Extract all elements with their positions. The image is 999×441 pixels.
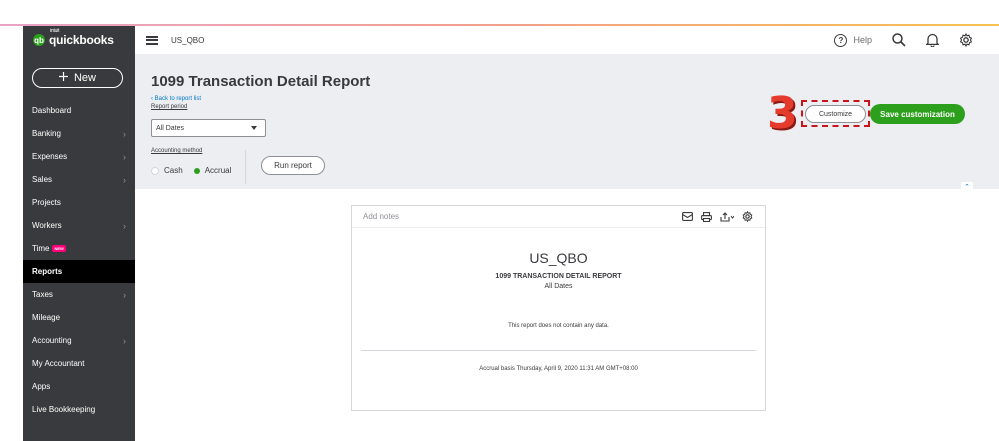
sidebar-item-label: Workers (32, 221, 62, 230)
sidebar-item-label: My Accountant (32, 359, 85, 368)
sidebar-item-label: Accounting (32, 336, 72, 345)
top-bar: US_QBO ? Help (135, 26, 999, 54)
sidebar-item-time[interactable]: Time NEW (23, 237, 135, 260)
chevron-right-icon: › (123, 128, 126, 139)
report-period-value: All Dates (156, 124, 185, 132)
save-customization-button[interactable]: Save customization (870, 104, 965, 124)
accrual-radio-dot (193, 167, 200, 174)
search-icon[interactable] (892, 33, 906, 47)
hamburger-menu-icon[interactable] (146, 35, 158, 45)
sidebar-item-label: Dashboard (32, 106, 72, 115)
run-report-button[interactable]: Run report (261, 156, 325, 175)
report-footer: Accrual basis Thursday, April 9, 2020 11… (479, 366, 638, 372)
sidebar-item-label: Mileage (32, 313, 61, 322)
sidebar-item-projects[interactable]: Projects (23, 191, 135, 214)
page-title: 1099 Transaction Detail Report (151, 73, 371, 90)
report-card: Add notes US_QBO 1099 TRANSACTION DETAIL… (351, 205, 766, 411)
chevron-right-icon: › (123, 151, 126, 162)
accounting-method-label: Accounting method (151, 148, 203, 154)
sidebar-nav: Dashboard Banking › Expenses › Sales › Projects… (23, 99, 135, 421)
gear-icon[interactable] (959, 33, 973, 47)
report-period-label: Report period (151, 104, 188, 110)
caret-down-icon (251, 125, 257, 132)
chevron-right-icon: › (123, 289, 126, 300)
email-icon[interactable] (682, 212, 693, 221)
export-icon[interactable] (720, 211, 734, 222)
sidebar-item-workers[interactable]: Workers › (23, 214, 135, 237)
help-label: Help (853, 35, 872, 45)
sidebar-item-label: Expenses (32, 152, 68, 161)
report-period-select[interactable]: All Dates (151, 119, 266, 137)
sidebar-item-taxes[interactable]: Taxes › (23, 283, 135, 306)
new-button[interactable]: New (32, 68, 123, 88)
sidebar-item-mileage[interactable]: Mileage (23, 306, 135, 329)
chevron-right-icon: › (123, 220, 126, 231)
sidebar-item-label: Banking (32, 129, 61, 138)
accrual-label: Accrual (204, 166, 232, 175)
sidebar-item-label: Time (32, 244, 50, 253)
new-badge: NEW (52, 245, 66, 253)
company-name: US_QBO (171, 35, 205, 45)
cash-radio-dot (151, 166, 159, 175)
quickbooks-logo[interactable]: qb intuit quickbooks (23, 26, 135, 54)
sidebar-item-my-accountant[interactable]: My Accountant (23, 352, 135, 375)
add-notes-link[interactable]: Add notes (363, 212, 399, 221)
accrual-radio[interactable]: Accrual (193, 166, 232, 175)
quickbooks-logo-mark-icon: qb (33, 34, 45, 46)
sidebar-item-banking[interactable]: Banking › (23, 122, 135, 145)
plus-icon (58, 72, 68, 84)
sidebar: qb intuit quickbooks New Dashboard Bankin… (23, 26, 135, 441)
help-button[interactable]: ? Help (834, 33, 872, 47)
divider (245, 150, 246, 184)
sidebar-item-label: Taxes (32, 290, 53, 299)
report-divider (361, 350, 756, 351)
sidebar-item-apps[interactable]: Apps (23, 375, 135, 398)
print-icon[interactable] (701, 211, 712, 222)
sidebar-item-live-bookkeeping[interactable]: Live Bookkeeping (23, 398, 135, 421)
sidebar-item-label: Sales (32, 175, 53, 184)
bell-icon[interactable] (926, 33, 939, 47)
report-toolbar: Add notes (352, 206, 765, 228)
report-dates: All Dates (544, 283, 573, 290)
new-button-label: New (73, 72, 96, 84)
chevron-right-icon: › (123, 174, 126, 185)
sidebar-item-label: Projects (32, 198, 61, 207)
chevron-right-icon: › (123, 335, 126, 346)
sidebar-item-label: Reports (32, 267, 63, 276)
cash-label: Cash (164, 166, 183, 175)
report-title: 1099 TRANSACTION DETAIL REPORT (495, 273, 622, 280)
customize-button[interactable]: Customize (805, 105, 866, 123)
step-number-annotation: 3 (767, 88, 798, 139)
sidebar-item-dashboard[interactable]: Dashboard (23, 99, 135, 122)
quickbooks-wordmark: quickbooks (49, 33, 114, 47)
accounting-method-radios: Cash Accrual (151, 166, 242, 175)
sidebar-item-expenses[interactable]: Expenses › (23, 145, 135, 168)
empty-report-message: This report does not contain any data. (508, 323, 609, 329)
sidebar-item-reports[interactable]: Reports (23, 260, 135, 283)
help-icon: ? (834, 33, 848, 47)
sidebar-item-sales[interactable]: Sales › (23, 168, 135, 191)
cash-radio[interactable]: Cash (151, 166, 183, 175)
settings-icon[interactable] (742, 211, 753, 222)
report-company-name: US_QBO (529, 250, 588, 266)
sidebar-item-label: Live Bookkeeping (32, 405, 96, 414)
sidebar-item-accounting[interactable]: Accounting › (23, 329, 135, 352)
report-header: 1099 Transaction Detail Report ‹ Back to… (135, 54, 999, 192)
intuit-label: intuit (50, 28, 60, 34)
back-to-report-list-link[interactable]: ‹ Back to report list (151, 96, 201, 102)
sidebar-item-label: Apps (32, 382, 51, 391)
collapse-header-icon[interactable]: ⌃ (961, 182, 973, 192)
